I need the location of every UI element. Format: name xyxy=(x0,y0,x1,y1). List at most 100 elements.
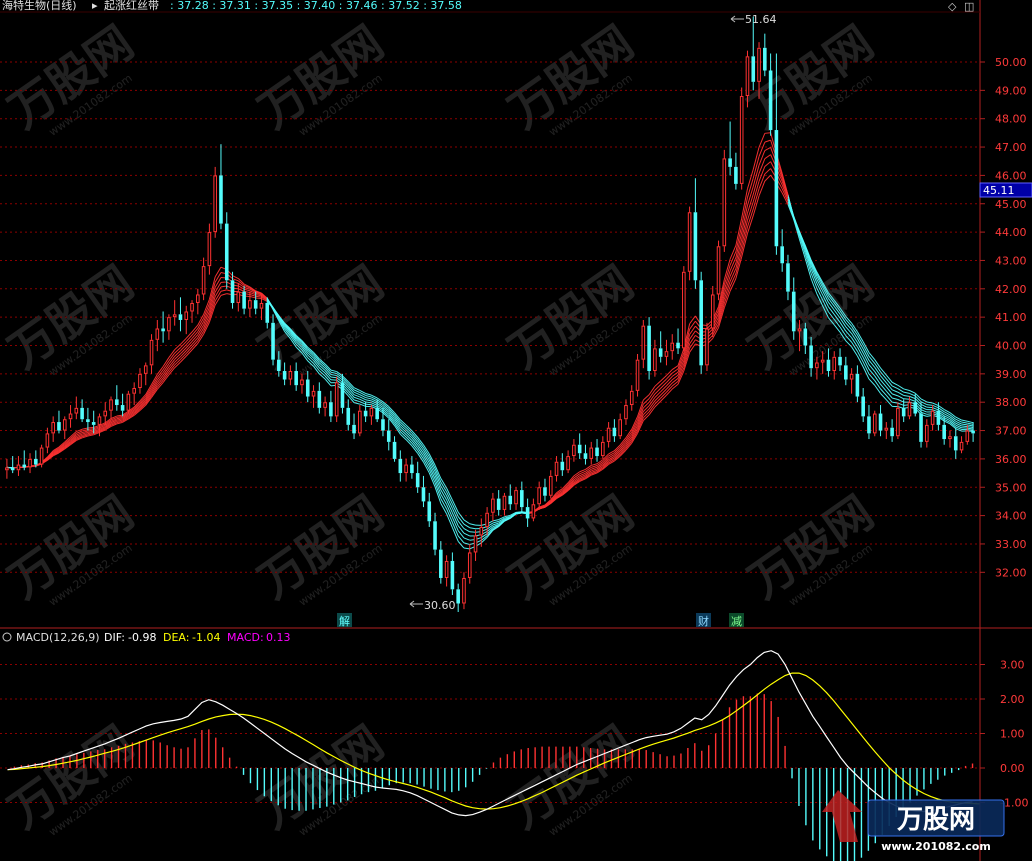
candle-body xyxy=(86,419,90,423)
candle-body xyxy=(456,589,460,604)
candle-body xyxy=(201,266,206,295)
event-marker-cai[interactable]: 财 xyxy=(696,613,711,628)
candle-body xyxy=(248,300,252,309)
candle-body xyxy=(115,399,119,406)
candle-body xyxy=(682,271,686,349)
price-tick-label: 35.00 xyxy=(995,481,1027,494)
event-marker-cai-label: 财 xyxy=(698,614,709,628)
candle-body xyxy=(398,458,403,474)
candle-body xyxy=(392,441,397,459)
price-tick-label: 34.00 xyxy=(995,510,1027,523)
candle-body xyxy=(548,475,553,496)
candle-body xyxy=(149,339,154,366)
candle-body xyxy=(595,447,599,457)
candle-body xyxy=(942,424,946,440)
candle-body xyxy=(971,430,975,434)
candle-body xyxy=(57,422,61,431)
candle-body xyxy=(554,461,559,476)
candle-body xyxy=(224,223,229,281)
dif-label: DIF: xyxy=(104,631,125,644)
candle-body xyxy=(901,407,906,417)
candle-body xyxy=(282,371,287,380)
candle-body xyxy=(415,473,420,488)
candle-body xyxy=(439,549,443,578)
candle-body xyxy=(161,328,165,332)
candle-body xyxy=(294,371,298,386)
macd-tick-label: 1.00 xyxy=(1000,728,1025,741)
candle-body xyxy=(872,413,877,434)
ribbon-segment xyxy=(365,403,372,406)
candle-body xyxy=(143,365,148,374)
candle-body xyxy=(658,348,663,357)
candle-body xyxy=(103,410,108,417)
candle-body xyxy=(710,294,715,329)
candle-body xyxy=(236,291,241,303)
candle-body xyxy=(757,47,761,82)
event-marker-jian[interactable]: 减 xyxy=(729,613,744,628)
candle-body xyxy=(178,314,183,320)
price-tick-label: 50.00 xyxy=(995,56,1027,69)
candle-body xyxy=(722,158,727,247)
candle-body xyxy=(190,302,194,312)
candle-body xyxy=(271,322,275,360)
candle-body xyxy=(10,467,15,471)
candle-body xyxy=(329,402,333,417)
candle-body xyxy=(97,416,102,425)
price-tick-label: 36.00 xyxy=(995,453,1027,466)
candle-body xyxy=(635,359,640,391)
ribbon-segment xyxy=(255,297,262,300)
candle xyxy=(722,149,727,252)
candle-body xyxy=(763,47,767,71)
candle-body xyxy=(919,413,923,442)
candle-body xyxy=(358,410,362,434)
indicator-name[interactable]: 起涨红丝带 xyxy=(104,0,159,12)
price-tick-label: 48.00 xyxy=(995,113,1027,126)
candle-body xyxy=(334,382,339,417)
candle-body xyxy=(433,521,437,550)
diamond-icon[interactable]: ◇ xyxy=(948,0,957,13)
candle-body xyxy=(653,348,657,372)
candle-body xyxy=(462,577,466,604)
candle-body xyxy=(930,410,935,425)
candle-body xyxy=(352,424,356,434)
candle-body xyxy=(444,560,449,578)
candle-body xyxy=(62,419,67,431)
candle-body xyxy=(878,413,883,431)
candle-body xyxy=(496,498,501,510)
brand-site: www.201082.com xyxy=(881,840,991,853)
candle-body xyxy=(566,456,570,471)
candle-body xyxy=(965,430,970,442)
candle-body xyxy=(745,56,750,97)
event-marker-jie[interactable]: 解 xyxy=(337,613,352,628)
candle-body xyxy=(890,427,894,437)
candle-body xyxy=(826,359,831,372)
candle-body xyxy=(884,427,889,431)
candle-body xyxy=(641,325,646,360)
candle-body xyxy=(664,351,669,357)
candle-body xyxy=(16,464,21,471)
candle-body xyxy=(22,464,27,468)
current-price-marker: 45.11 xyxy=(979,182,1032,198)
price-tick-label: 46.00 xyxy=(995,169,1027,182)
ribbon-value-4: : 37.46 xyxy=(335,0,377,12)
candle-body xyxy=(948,436,952,440)
candle-body xyxy=(670,342,675,352)
ribbon-value-3: : 37.40 xyxy=(293,0,335,12)
candle xyxy=(739,87,744,190)
price-tick-label: 32.00 xyxy=(995,566,1027,579)
stock-name[interactable]: 海特生物(日线) xyxy=(2,0,77,12)
macd-tick-label: 0.00 xyxy=(1000,762,1025,775)
macd-title[interactable]: MACD(12,26,9) xyxy=(16,631,100,644)
candle-body xyxy=(300,379,304,386)
expand-icon[interactable]: ◫ xyxy=(964,0,974,13)
candle xyxy=(687,206,692,281)
macd-tick-label: 2.00 xyxy=(1000,693,1025,706)
ribbon-segment xyxy=(87,426,94,429)
current-price-label: 45.11 xyxy=(983,184,1015,197)
price-tick-label: 41.00 xyxy=(995,311,1027,324)
candle-body xyxy=(560,461,565,471)
macd-value: 0.13 xyxy=(266,631,291,644)
candle-body xyxy=(259,302,264,309)
price-tick-label: 39.00 xyxy=(995,368,1027,381)
candle-body xyxy=(230,280,235,303)
